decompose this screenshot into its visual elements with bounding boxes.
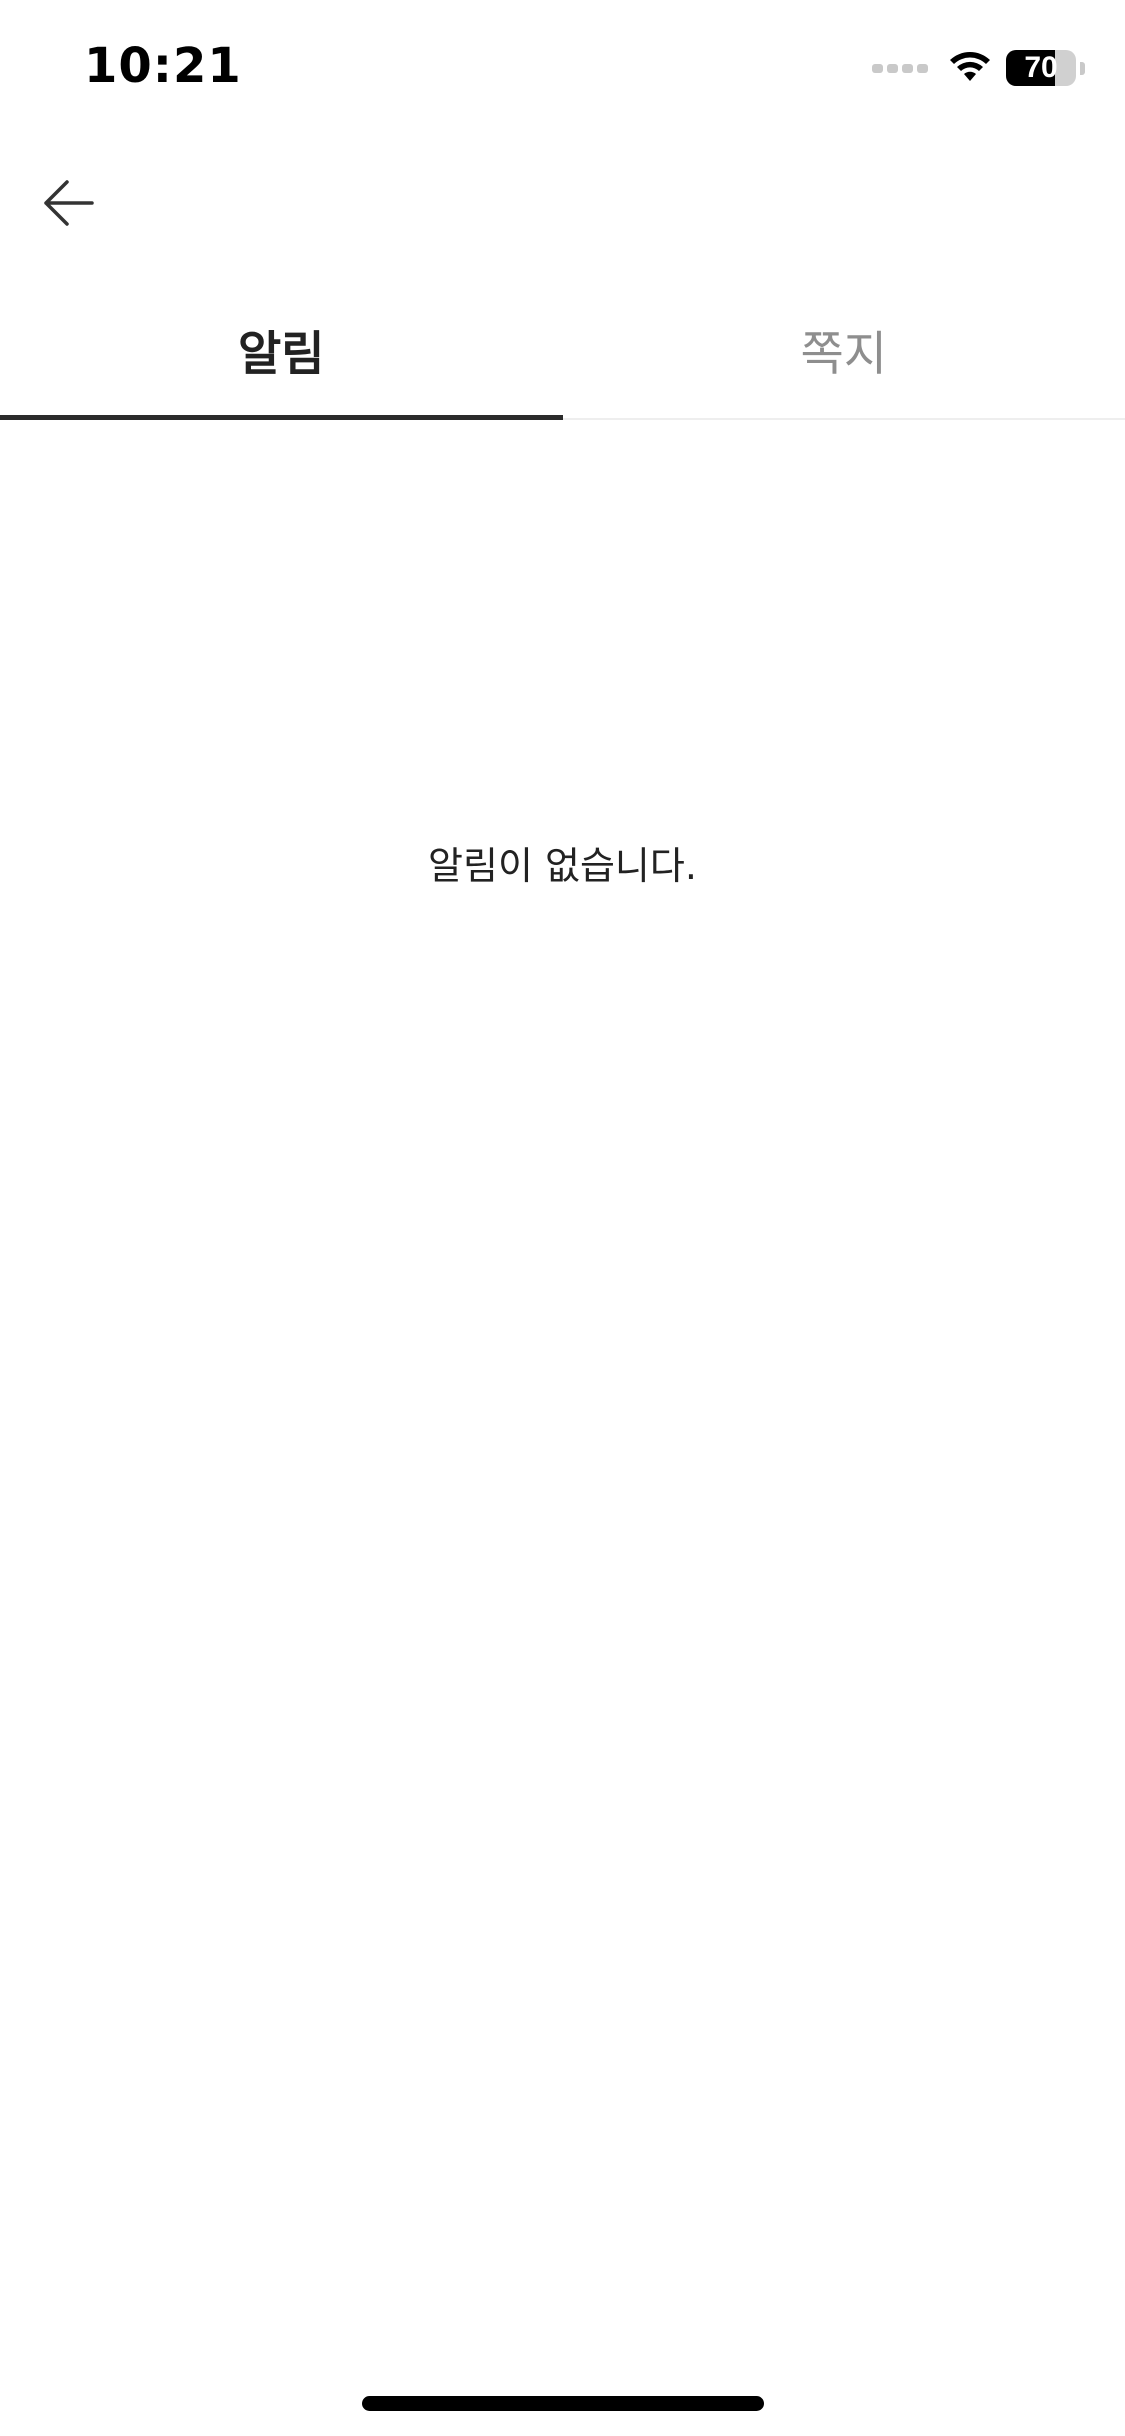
header (0, 150, 1125, 260)
battery-level: 70 (1024, 51, 1058, 84)
tab-bar: 알림 쪽지 (0, 280, 1125, 420)
battery-icon: 70 (1006, 50, 1076, 86)
cellular-signal-icon (872, 63, 928, 73)
wifi-icon (948, 51, 992, 85)
status-bar: 10:21 70 (0, 0, 1125, 140)
back-button[interactable] (40, 170, 130, 240)
empty-state-message: 알림이 없습니다. (428, 844, 697, 888)
battery-cap (1080, 61, 1085, 75)
tab-notifications[interactable]: 알림 (0, 280, 563, 420)
tab-label: 알림 (238, 326, 325, 382)
arrow-left-icon (40, 174, 98, 236)
tab-label: 쪽지 (800, 326, 887, 382)
status-icons: 70 (872, 48, 1085, 88)
status-time: 10:21 (84, 38, 242, 94)
tab-messages[interactable]: 쪽지 (563, 280, 1125, 418)
home-indicator[interactable] (362, 2396, 764, 2411)
